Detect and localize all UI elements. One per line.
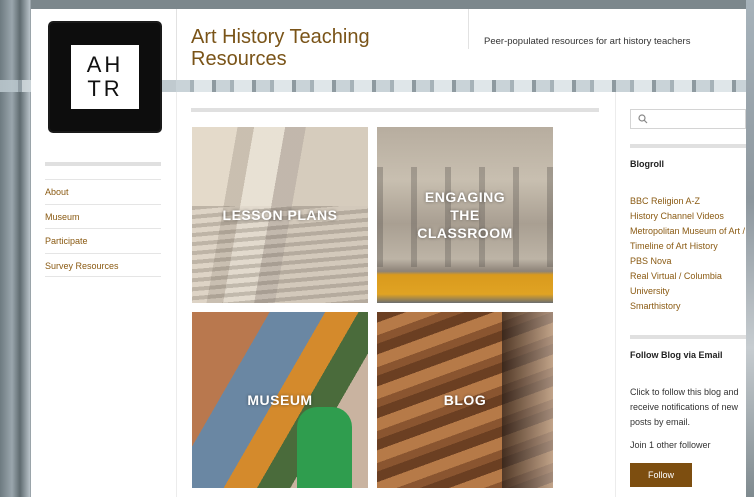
- blogroll-list: BBC Religion A-Z History Channel Videos …: [630, 194, 746, 314]
- tile-engaging-the-classroom[interactable]: ENGAGING THE CLASSROOM: [377, 127, 553, 303]
- site-logo[interactable]: AH TR: [50, 23, 160, 131]
- logo-text-line1: AH: [86, 52, 124, 77]
- tile-label: MUSEUM: [247, 392, 313, 408]
- tile-label: BLOG: [443, 392, 487, 408]
- follow-button[interactable]: Follow: [630, 463, 692, 487]
- nav-item-participate[interactable]: Participate: [45, 228, 161, 253]
- blogroll-heading: Blogroll: [630, 159, 664, 169]
- tile-museum[interactable]: MUSEUM: [192, 312, 368, 488]
- tile-blog[interactable]: BLOG: [377, 312, 553, 488]
- search-input[interactable]: [651, 111, 743, 127]
- column-divider: [615, 92, 616, 497]
- logo-frame: AH TR: [71, 45, 139, 109]
- main-divider: [191, 108, 599, 112]
- sidebar-divider: [630, 335, 746, 339]
- site-title[interactable]: Art History Teaching Resources: [191, 26, 391, 70]
- follow-heading: Follow Blog via Email: [630, 350, 723, 360]
- blogroll-link[interactable]: History Channel Videos: [630, 209, 746, 224]
- blogroll-link[interactable]: PBS Nova: [630, 254, 746, 269]
- header-photo-strip: [160, 80, 176, 92]
- nav-item-museum[interactable]: Museum: [45, 203, 161, 229]
- follower-count: Join 1 other follower: [630, 440, 711, 450]
- header-photo-strip: [176, 80, 746, 92]
- nav-divider: [45, 162, 161, 166]
- header-divider: [176, 9, 177, 80]
- blogroll-link[interactable]: Metropolitan Museum of Art / Timeline of…: [630, 224, 746, 254]
- follow-description: Click to follow this blog and receive no…: [630, 387, 739, 427]
- logo-text-line2: TR: [87, 76, 123, 101]
- tile-label: LESSON PLANS: [222, 207, 338, 223]
- column-divider: [176, 92, 177, 497]
- page-container: Art History Teaching Resources Peer-popu…: [31, 9, 746, 497]
- nav-item-survey-resources[interactable]: Survey Resources: [45, 252, 161, 277]
- blogroll-link[interactable]: Smarthistory: [630, 299, 746, 314]
- background-edge: [746, 0, 754, 497]
- nav-item-about[interactable]: About: [45, 179, 161, 204]
- sidebar-nav: About Museum Participate Survey Resource…: [45, 179, 161, 277]
- blogroll-link[interactable]: Real Virtual / Columbia University: [630, 269, 746, 299]
- blogroll-link[interactable]: BBC Religion A-Z: [630, 194, 746, 209]
- tile-label: ENGAGING THE CLASSROOM: [417, 189, 513, 241]
- search-box[interactable]: [630, 109, 746, 129]
- tile-lesson-plans[interactable]: LESSON PLANS: [192, 127, 368, 303]
- search-icon: [638, 114, 648, 124]
- site-tagline: Peer-populated resources for art history…: [484, 36, 691, 47]
- header-divider: [468, 9, 469, 49]
- sidebar-divider: [630, 144, 746, 148]
